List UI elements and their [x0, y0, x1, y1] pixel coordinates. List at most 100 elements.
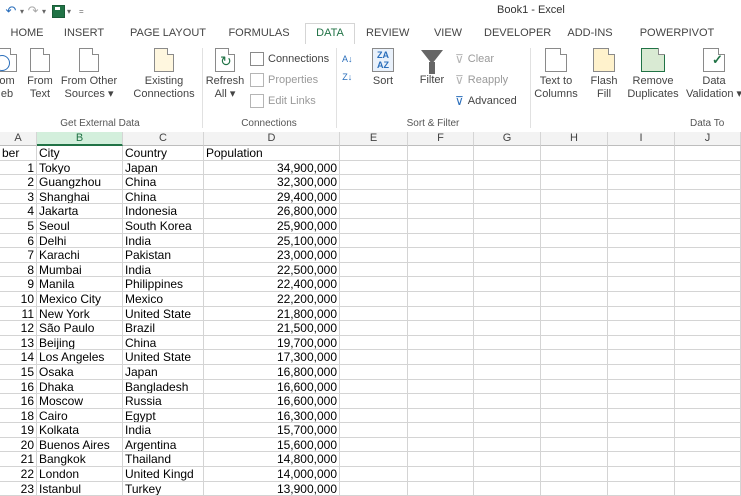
cell-empty[interactable]: [474, 321, 541, 336]
cell-empty[interactable]: [608, 248, 675, 263]
cell-population[interactable]: 15,700,000: [204, 423, 340, 438]
cell-empty[interactable]: [675, 306, 741, 322]
cell-rank[interactable]: 22: [0, 467, 37, 482]
cell-country[interactable]: South Korea: [123, 218, 204, 234]
cell-population[interactable]: 16,600,000: [204, 394, 340, 409]
properties-button[interactable]: Properties: [250, 71, 318, 89]
cell-empty[interactable]: [474, 350, 541, 365]
cell-city[interactable]: Seoul: [37, 218, 123, 234]
edit-links-button[interactable]: Edit Links: [250, 92, 316, 110]
cell-population[interactable]: 14,000,000: [204, 467, 340, 482]
cell-empty[interactable]: [340, 160, 408, 176]
cell-country[interactable]: United State: [123, 350, 204, 365]
cell-empty[interactable]: [541, 364, 608, 380]
redo-icon[interactable]: ↷: [26, 3, 40, 19]
cell-empty[interactable]: [541, 379, 608, 395]
cell-country[interactable]: United Kingd: [123, 467, 204, 482]
tab-insert[interactable]: INSERT: [62, 25, 106, 43]
cell-empty[interactable]: [408, 481, 474, 496]
column-header-f[interactable]: F: [408, 132, 474, 146]
cell-population[interactable]: 32,300,000: [204, 175, 340, 190]
cell-country[interactable]: Thailand: [123, 452, 204, 468]
cell-population[interactable]: 26,800,000: [204, 204, 340, 219]
cell-header-population[interactable]: Population: [204, 146, 340, 161]
cell-empty[interactable]: [675, 277, 741, 292]
cell-empty[interactable]: [340, 277, 408, 292]
cell-empty[interactable]: [474, 277, 541, 292]
cell-empty[interactable]: [408, 277, 474, 292]
cell-country[interactable]: Brazil: [123, 321, 204, 336]
cell-city[interactable]: Istanbul: [37, 481, 123, 496]
cell-rank[interactable]: 2: [0, 175, 37, 190]
cell-population[interactable]: 13,900,000: [204, 481, 340, 496]
cell-rank[interactable]: 19: [0, 423, 37, 438]
cell-empty[interactable]: [474, 291, 541, 307]
cell-empty[interactable]: [474, 233, 541, 249]
cell-population[interactable]: 15,600,000: [204, 437, 340, 453]
cell-rank[interactable]: 1: [0, 160, 37, 176]
cell-empty[interactable]: [474, 248, 541, 263]
cell-rank[interactable]: 23: [0, 481, 37, 496]
cell-empty[interactable]: [474, 175, 541, 190]
cell-empty[interactable]: [675, 364, 741, 380]
cell-city[interactable]: Delhi: [37, 233, 123, 249]
qat-more-icon[interactable]: =: [79, 7, 84, 16]
cell-empty[interactable]: [340, 233, 408, 249]
cell-empty[interactable]: [474, 394, 541, 409]
cell-empty[interactable]: [541, 452, 608, 468]
cell-empty[interactable]: [340, 291, 408, 307]
cell-empty[interactable]: [608, 423, 675, 438]
cell-population[interactable]: 16,600,000: [204, 379, 340, 395]
save-icon[interactable]: [52, 4, 66, 18]
cell-population[interactable]: 17,300,000: [204, 350, 340, 365]
cell-country[interactable]: Pakistan: [123, 248, 204, 263]
cell-empty[interactable]: [541, 160, 608, 176]
cell-empty[interactable]: [474, 146, 541, 161]
connections-button[interactable]: Connections: [250, 50, 329, 68]
cell-empty[interactable]: [541, 175, 608, 190]
cell-empty[interactable]: [408, 321, 474, 336]
sort-button[interactable]: ZA AZ Sort: [366, 48, 400, 88]
cell-city[interactable]: Dhaka: [37, 379, 123, 395]
cell-city[interactable]: Beijing: [37, 335, 123, 351]
cell-empty[interactable]: [675, 248, 741, 263]
cell-empty[interactable]: [340, 423, 408, 438]
reapply-button[interactable]: ⊽ Reapply: [455, 71, 508, 89]
cell-city[interactable]: Mexico City: [37, 291, 123, 307]
cell-empty[interactable]: [474, 204, 541, 219]
cell-empty[interactable]: [541, 437, 608, 453]
cell-empty[interactable]: [608, 189, 675, 205]
cell-population[interactable]: 19,700,000: [204, 335, 340, 351]
cell-empty[interactable]: [408, 189, 474, 205]
cell-city[interactable]: Guangzhou: [37, 175, 123, 190]
cell-empty[interactable]: [608, 394, 675, 409]
remove-duplicates-button[interactable]: Remove Duplicates: [624, 48, 682, 101]
column-header-d[interactable]: D: [204, 132, 340, 146]
cell-empty[interactable]: [474, 481, 541, 496]
cell-city[interactable]: Mumbai: [37, 262, 123, 278]
cell-country[interactable]: India: [123, 423, 204, 438]
cell-country[interactable]: Japan: [123, 364, 204, 380]
cell-empty[interactable]: [608, 218, 675, 234]
cell-population[interactable]: 25,100,000: [204, 233, 340, 249]
cell-rank[interactable]: 14: [0, 350, 37, 365]
customize-qat-icon[interactable]: ▾: [67, 7, 71, 16]
cell-empty[interactable]: [608, 321, 675, 336]
cell-city[interactable]: London: [37, 467, 123, 482]
cell-empty[interactable]: [340, 364, 408, 380]
cell-population[interactable]: 14,800,000: [204, 452, 340, 468]
cell-rank[interactable]: 4: [0, 204, 37, 219]
cell-empty[interactable]: [675, 262, 741, 278]
cell-city[interactable]: São Paulo: [37, 321, 123, 336]
cell-population[interactable]: 21,800,000: [204, 306, 340, 322]
cell-empty[interactable]: [474, 364, 541, 380]
cell-empty[interactable]: [608, 452, 675, 468]
cell-rank[interactable]: 11: [0, 306, 37, 322]
cell-empty[interactable]: [340, 452, 408, 468]
cell-rank[interactable]: 5: [0, 218, 37, 234]
cell-population[interactable]: 22,200,000: [204, 291, 340, 307]
column-header-h[interactable]: H: [541, 132, 608, 146]
cell-empty[interactable]: [608, 160, 675, 176]
clear-filter-button[interactable]: ⊽ Clear: [455, 50, 494, 68]
cell-empty[interactable]: [608, 204, 675, 219]
